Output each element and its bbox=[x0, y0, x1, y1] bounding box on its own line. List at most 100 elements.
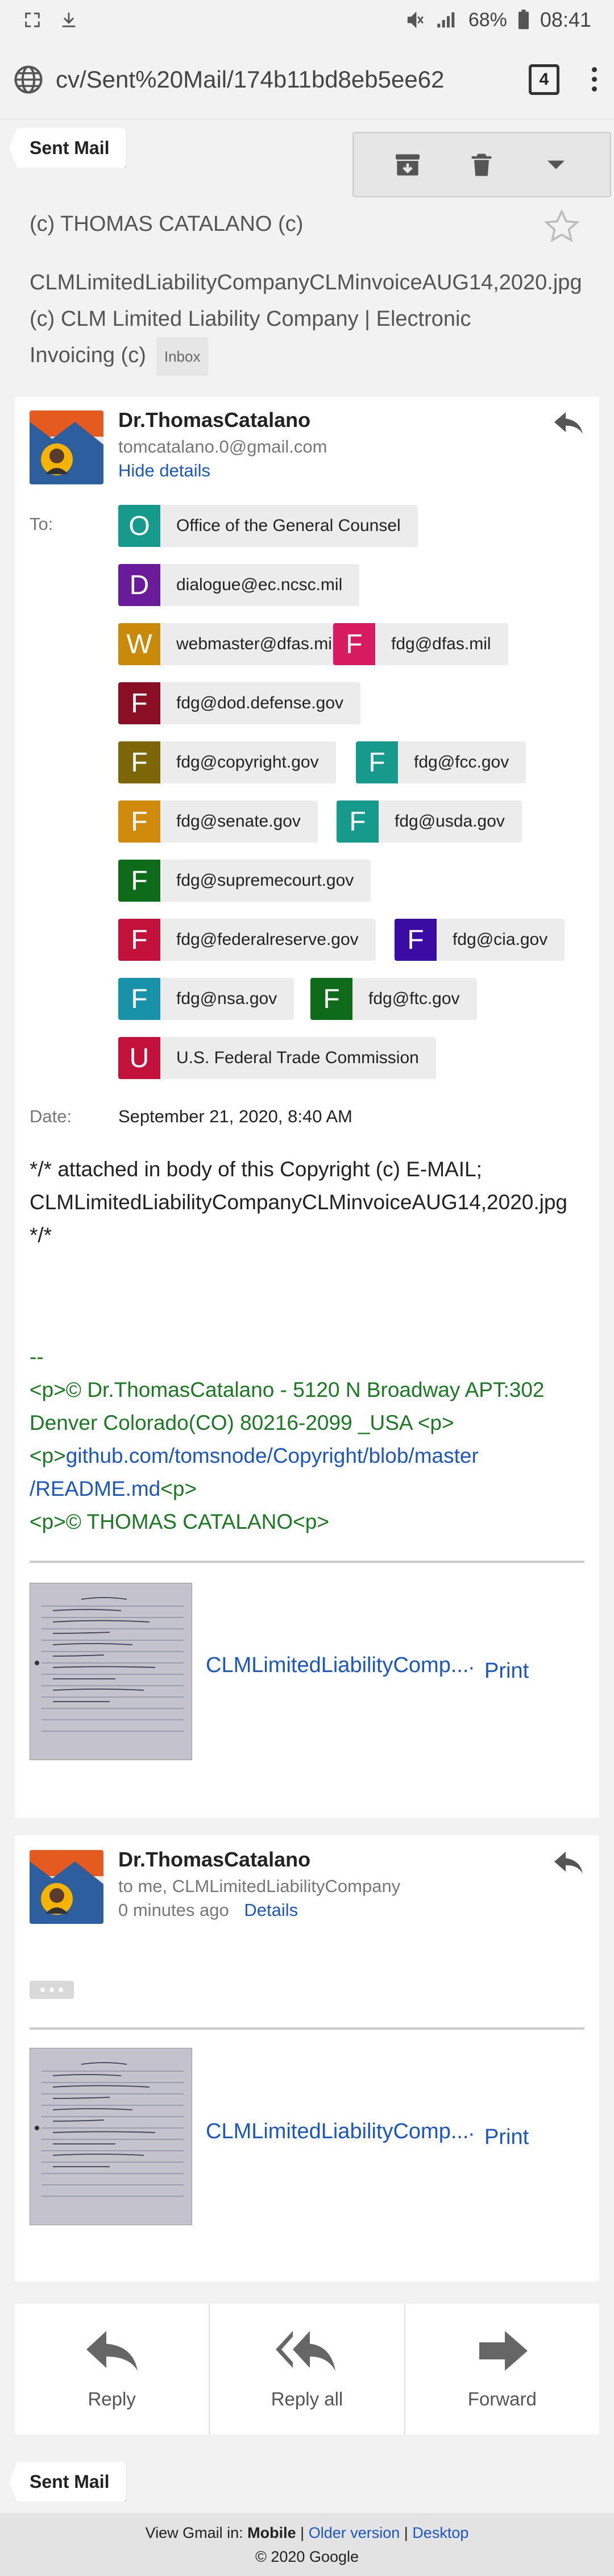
footer: View Gmail in: Mobile | Older version | … bbox=[0, 2513, 614, 2576]
recipient-address: fdg@nsa.gov bbox=[176, 989, 277, 1008]
attachment-thumbnail[interactable] bbox=[30, 2048, 192, 2225]
browser-toolbar: cv/Sent%20Mail/174b11bd8eb5ee62 4 bbox=[0, 40, 614, 119]
recipient-initial: F bbox=[118, 800, 160, 843]
message-card-1: Dr.ThomasCatalano tomcatalano.0@gmail.co… bbox=[15, 397, 599, 1818]
show-trimmed-content-button[interactable] bbox=[30, 1981, 74, 1999]
recipient-address: U.S. Federal Trade Commission bbox=[176, 1048, 419, 1067]
signature-line: <p>© Dr.ThomasCatalano - 5120 N Broadway… bbox=[30, 1378, 545, 1401]
avatar[interactable] bbox=[30, 410, 103, 484]
star-icon[interactable] bbox=[543, 208, 580, 245]
recipient-address: dialogue@ec.ncsc.mil bbox=[176, 575, 343, 594]
github-link-continued[interactable]: /README.md bbox=[30, 1477, 160, 1500]
mute-icon bbox=[407, 11, 424, 28]
recipient-address: fdg@senate.gov bbox=[176, 812, 301, 831]
desktop-link[interactable]: Desktop bbox=[412, 2524, 468, 2541]
recipient-initial: U bbox=[118, 1037, 160, 1079]
print-link[interactable]: Print bbox=[484, 2125, 529, 2150]
recipient-chip[interactable]: U U.S. Federal Trade Commission bbox=[118, 1037, 436, 1079]
separator: | bbox=[400, 2524, 413, 2541]
recipient-chip[interactable]: Wwebmaster@dfas.mil bbox=[118, 623, 353, 665]
attachment-name-link[interactable]: CLMLimitedLiabilityComp... bbox=[206, 1653, 469, 1678]
recipient-initial: D bbox=[118, 564, 160, 606]
recipient-chip[interactable]: Ddialogue@ec.ncsc.mil bbox=[118, 564, 360, 606]
avatar[interactable] bbox=[30, 1850, 103, 1924]
message-card-2: Dr.ThomasCatalano to me, CLMLimitedLiabi… bbox=[15, 1835, 599, 2282]
recipient-address: fdg@usda.gov bbox=[395, 812, 505, 831]
recipient-address: webmaster@dfas.mil bbox=[176, 634, 336, 653]
recipient-chip[interactable]: Ffdg@dfas.mil bbox=[333, 623, 508, 665]
message-body: */* attached in body of this Copyright (… bbox=[30, 1153, 587, 1252]
archive-icon[interactable] bbox=[385, 142, 430, 188]
recipient-chip[interactable]: O Office of the General Counsel bbox=[118, 505, 418, 547]
browser-menu-icon[interactable] bbox=[586, 67, 603, 92]
recipient-initial: F bbox=[118, 978, 160, 1020]
sent-mail-label-button[interactable]: Sent Mail bbox=[9, 2462, 127, 2502]
subject-text: CLMLimitedLiabilityCompanyCLMinvoiceAUG1… bbox=[30, 271, 582, 368]
recipient-chip[interactable]: Ffdg@senate.gov bbox=[118, 800, 318, 843]
github-link[interactable]: github.com/tomsnode/Copyright/blob/maste… bbox=[66, 1444, 479, 1467]
divider bbox=[30, 2027, 584, 2030]
forward-label: Forward bbox=[467, 2388, 537, 2409]
sender-name: Dr.ThomasCatalano bbox=[118, 408, 311, 432]
recipient-initial: O bbox=[118, 505, 160, 547]
subject-line-1: (c) THOMAS CATALANO (c) bbox=[30, 212, 304, 236]
message-actions: Reply Reply all Forward bbox=[15, 2304, 599, 2434]
hide-details-link[interactable]: Hide details bbox=[118, 461, 210, 481]
recipient-chip[interactable]: Ffdg@nsa.gov bbox=[118, 978, 294, 1020]
attachment-name-link[interactable]: CLMLimitedLiabilityComp... bbox=[206, 2119, 469, 2144]
tab-switcher-button[interactable]: 4 bbox=[529, 64, 559, 95]
chevron-down-icon[interactable] bbox=[533, 142, 579, 188]
recipient-initial: F bbox=[118, 860, 160, 902]
recipient-chip[interactable]: Ffdg@federalreserve.gov bbox=[118, 919, 376, 961]
inbox-badge[interactable]: Inbox bbox=[156, 337, 209, 376]
recipient-address: fdg@ftc.gov bbox=[368, 989, 460, 1008]
recipient-summary: to me, CLMLimitedLiabilityCompany bbox=[118, 1876, 401, 1896]
recipient-chip[interactable]: Ffdg@dod.defense.gov bbox=[118, 682, 361, 724]
reply-button[interactable]: Reply bbox=[15, 2304, 209, 2434]
forward-button[interactable]: Forward bbox=[404, 2304, 599, 2434]
recipient-address: fdg@dod.defense.gov bbox=[176, 694, 344, 712]
reply-all-button[interactable]: Reply all bbox=[209, 2304, 404, 2434]
recipient-initial: F bbox=[310, 978, 352, 1020]
reply-icon[interactable] bbox=[551, 1849, 586, 1877]
status-bar: 68% 08:41 bbox=[0, 0, 614, 40]
signature-line: <p>© THOMAS CATALANO<p> bbox=[30, 1510, 329, 1533]
recipient-chip[interactable]: Ffdg@supremecourt.gov bbox=[118, 860, 371, 902]
recipient-chip[interactable]: Ffdg@fcc.gov bbox=[356, 741, 526, 783]
forward-icon bbox=[479, 2331, 528, 2371]
reply-icon[interactable] bbox=[551, 409, 586, 438]
recipient-initial: W bbox=[118, 623, 160, 665]
older-version-link[interactable]: Older version bbox=[309, 2524, 400, 2541]
url-bar[interactable]: cv/Sent%20Mail/174b11bd8eb5ee62 bbox=[56, 66, 517, 93]
recipient-initial: F bbox=[333, 623, 375, 665]
body-line: CLMLimitedLiabilityCompanyCLMinvoiceAUG1… bbox=[30, 1190, 568, 1214]
details-link[interactable]: Details bbox=[244, 1900, 298, 1920]
to-label: To: bbox=[30, 514, 53, 534]
copyright: © 2020 Google bbox=[255, 2548, 359, 2565]
clock: 08:41 bbox=[540, 8, 591, 31]
signature-line: Denver Colorado(CO) 80216-2099 _USA <p> bbox=[30, 1411, 454, 1434]
trash-icon[interactable] bbox=[459, 142, 504, 188]
globe-icon[interactable] bbox=[11, 63, 45, 97]
body-line: */* bbox=[30, 1223, 52, 1247]
download-icon bbox=[62, 13, 76, 27]
attachment-thumbnail[interactable] bbox=[30, 1583, 192, 1760]
subject-line-2: CLMLimitedLiabilityCompanyCLMinvoiceAUG1… bbox=[30, 264, 582, 376]
sender-email: tomcatalano.0@gmail.com bbox=[118, 437, 327, 457]
print-link[interactable]: Print bbox=[484, 1659, 529, 1683]
recipient-address: fdg@copyright.gov bbox=[176, 753, 319, 771]
recipient-initial: F bbox=[118, 919, 160, 961]
recipient-chip[interactable]: Ffdg@copyright.gov bbox=[118, 741, 336, 783]
recipient-initial: F bbox=[395, 919, 437, 961]
attachment-separator: · bbox=[468, 2122, 475, 2146]
recipient-initial: F bbox=[337, 800, 379, 843]
recipient-chip[interactable]: Ffdg@cia.gov bbox=[395, 919, 565, 961]
sender-name: Dr.ThomasCatalano bbox=[118, 1848, 311, 1871]
recipient-chip[interactable]: Ffdg@ftc.gov bbox=[310, 978, 477, 1020]
recipient-chip[interactable]: Ffdg@usda.gov bbox=[337, 800, 522, 843]
recipient-address: fdg@dfas.mil bbox=[391, 634, 491, 653]
date-label: Date: bbox=[30, 1106, 72, 1126]
sent-mail-label-button[interactable]: Sent Mail bbox=[9, 128, 127, 168]
battery-percent: 68% bbox=[468, 9, 507, 31]
view-gmail-label: View Gmail in: bbox=[145, 2524, 248, 2541]
